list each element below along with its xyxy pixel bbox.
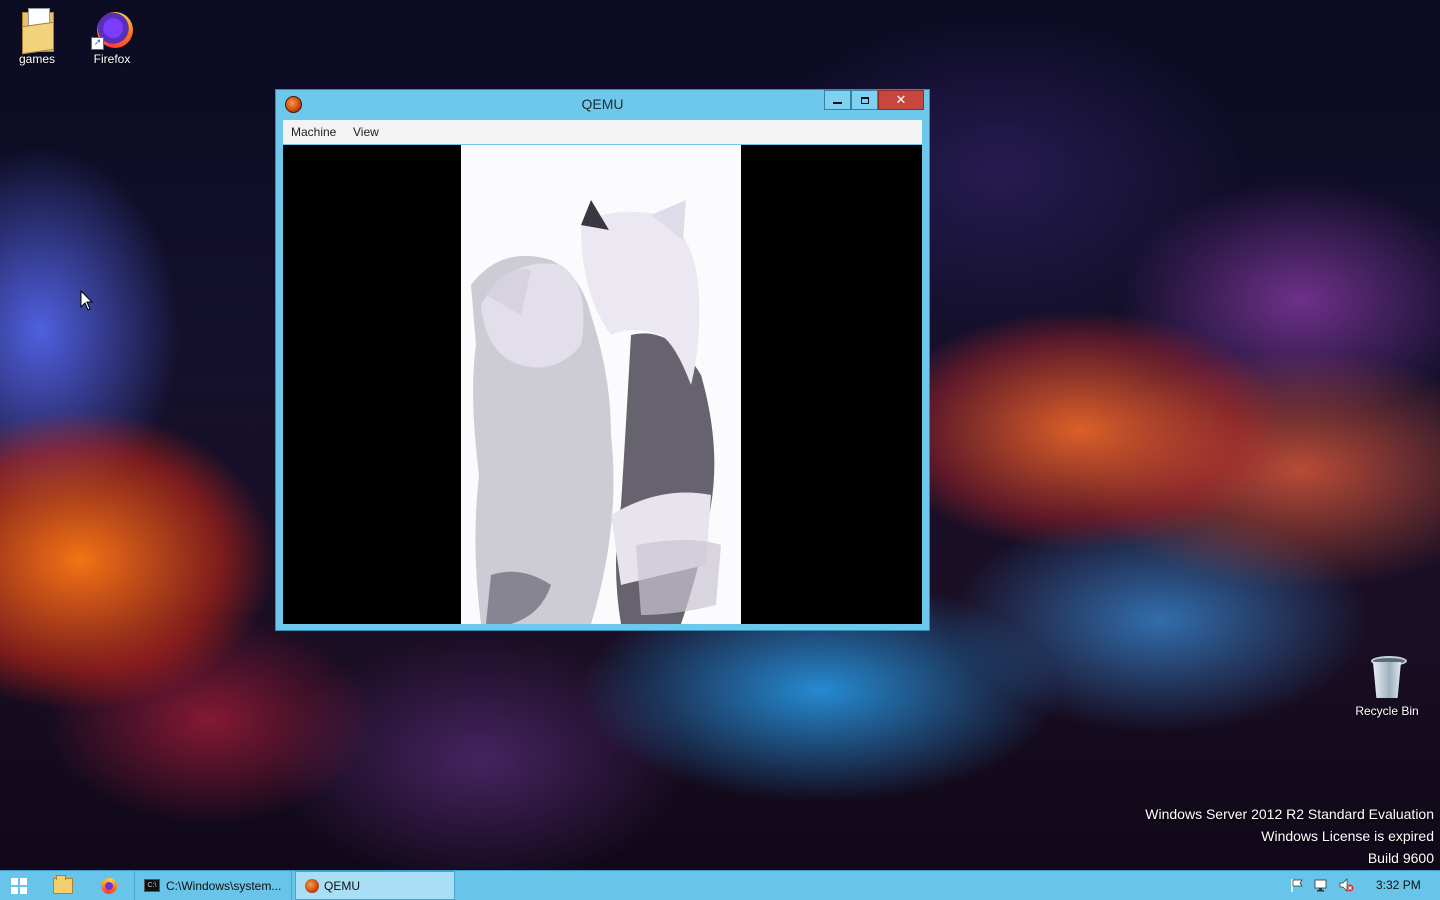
qemu-window[interactable]: QEMU ✕ Machine View: [275, 89, 930, 631]
taskbar-task-label: QEMU: [324, 878, 360, 893]
taskbar: C:\ C:\Windows\system... QEMU 3:32 PM: [0, 870, 1440, 900]
maximize-icon: [860, 96, 869, 104]
maximize-button[interactable]: [851, 90, 878, 110]
action-center-flag-icon[interactable]: [1289, 877, 1305, 893]
mouse-cursor-icon: [80, 289, 94, 316]
desktop-icon-games[interactable]: games: [2, 6, 72, 66]
cmd-icon: C:\: [144, 879, 160, 892]
desktop-icon-label: Recycle Bin: [1355, 704, 1419, 718]
license-status-text: Windows License is expired: [1261, 828, 1434, 844]
desktop-icon-recycle-bin[interactable]: Recycle Bin: [1352, 654, 1422, 718]
folder-icon: [20, 6, 54, 55]
windows-logo-icon: [11, 877, 27, 894]
desktop-icon-label: games: [18, 52, 56, 66]
taskbar-file-explorer-button[interactable]: [42, 871, 84, 900]
minimize-button[interactable]: [824, 90, 851, 110]
taskbar-task-qemu[interactable]: QEMU: [295, 871, 455, 900]
file-explorer-icon: [53, 874, 73, 894]
desktop-icon-firefox[interactable]: ↗ Firefox: [77, 4, 147, 66]
qemu-icon: [305, 878, 319, 893]
firefox-icon: ↗: [89, 4, 135, 50]
close-button[interactable]: ✕: [878, 90, 924, 110]
taskbar-task-label: C:\Windows\system...: [166, 878, 282, 893]
menu-view[interactable]: View: [353, 125, 379, 139]
minimize-icon: [833, 102, 842, 104]
network-icon[interactable]: [1313, 877, 1329, 893]
menu-machine[interactable]: Machine: [291, 125, 336, 139]
firefox-icon: [101, 877, 117, 894]
shortcut-arrow-icon: ↗: [91, 37, 104, 50]
windows-edition-text: Windows Server 2012 R2 Standard Evaluati…: [1145, 806, 1434, 822]
guest-wallpaper-image: [461, 145, 741, 624]
taskbar-firefox-button[interactable]: [88, 871, 130, 900]
close-icon: ✕: [895, 92, 907, 108]
menu-bar: Machine View: [283, 120, 922, 144]
vm-display[interactable]: [283, 145, 922, 624]
build-number-text: Build 9600: [1367, 850, 1434, 866]
recycle-bin-icon: [1367, 654, 1407, 702]
window-titlebar[interactable]: QEMU ✕: [276, 90, 929, 118]
taskbar-clock[interactable]: 3:32 PM: [1376, 878, 1421, 892]
desktop-icon-label: Firefox: [93, 52, 131, 66]
taskbar-task-cmd[interactable]: C:\ C:\Windows\system...: [134, 871, 292, 900]
volume-icon[interactable]: [1338, 877, 1354, 893]
start-button[interactable]: [0, 871, 38, 900]
